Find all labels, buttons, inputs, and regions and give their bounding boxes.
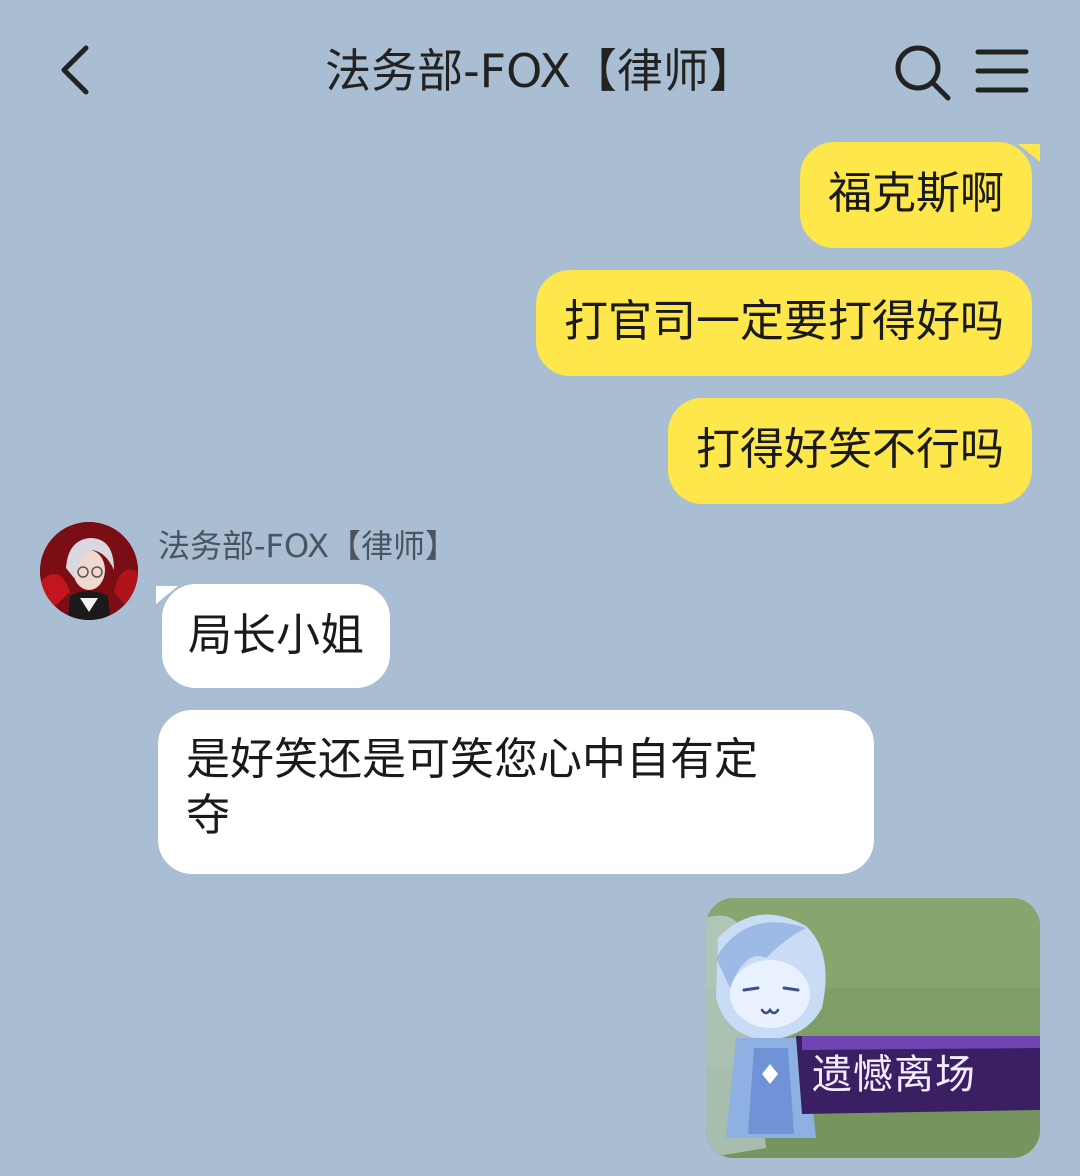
message-text-line: 夺 bbox=[186, 790, 230, 841]
outgoing-message[interactable]: 打官司一定要打得好吗 bbox=[536, 270, 1032, 376]
chevron-left-icon bbox=[61, 45, 89, 95]
message-text: 打得好笑不行吗 bbox=[696, 424, 1004, 475]
back-button[interactable] bbox=[44, 36, 108, 104]
message-text: 局长小姐 bbox=[188, 610, 364, 661]
search-button[interactable] bbox=[888, 40, 956, 104]
search-icon bbox=[895, 45, 951, 101]
avatar-illustration bbox=[40, 522, 138, 620]
chat-title: 法务部-FOX【律师】 bbox=[325, 44, 755, 98]
message-text: 打官司一定要打得好吗 bbox=[564, 296, 1004, 347]
sticker-image bbox=[706, 898, 1040, 1158]
sticker-caption: 遗憾离场 bbox=[812, 1052, 976, 1098]
sender-avatar[interactable] bbox=[40, 522, 138, 620]
incoming-message[interactable]: 局长小姐 bbox=[162, 584, 390, 688]
sticker-message[interactable]: 遗憾离场 bbox=[706, 898, 1040, 1158]
chat-header: 法务部-FOX【律师】 bbox=[0, 0, 1080, 140]
incoming-message[interactable]: 是好笑还是可笑您心中自有定 夺 bbox=[158, 710, 874, 874]
outgoing-message[interactable]: 福克斯啊 bbox=[800, 142, 1032, 248]
outgoing-message[interactable]: 打得好笑不行吗 bbox=[668, 398, 1032, 504]
message-text-line: 是好笑还是可笑您心中自有定 bbox=[186, 734, 758, 785]
sender-name: 法务部-FOX【律师】 bbox=[158, 527, 458, 565]
menu-icon bbox=[975, 49, 1029, 93]
message-text: 福克斯啊 bbox=[828, 168, 1004, 219]
menu-button[interactable] bbox=[972, 44, 1032, 100]
